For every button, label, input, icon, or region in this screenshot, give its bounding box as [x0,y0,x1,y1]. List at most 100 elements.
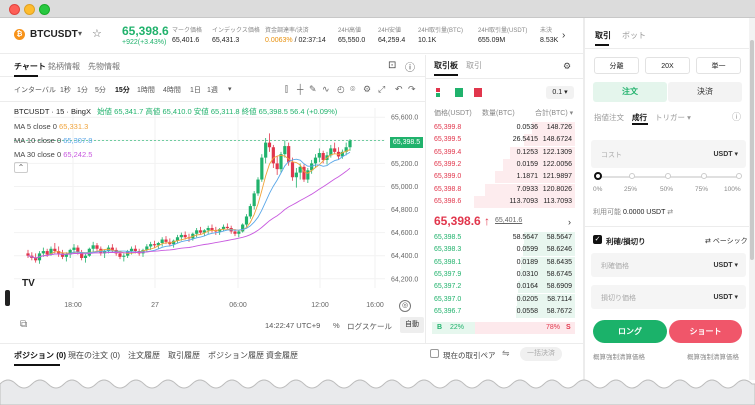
price-chart[interactable]: 65,600.065,400.065,200.065,000.064,800.0… [0,103,425,313]
chevron-right-icon[interactable]: › [562,30,565,41]
current-pair-checkbox[interactable] [430,349,439,358]
bottom-tab[interactable]: ポジション履歴 [208,350,264,361]
calendar-icon[interactable]: ⧉ [20,319,27,330]
bottom-tab[interactable]: 注文履歴 [128,350,160,361]
bottom-tab[interactable]: ポジション (0) [14,350,66,361]
stop-loss-input[interactable]: 損切り価格 USDT ▾ [591,285,746,309]
goto-latest-icon[interactable]: ◎ [399,300,411,312]
chevron-right-icon[interactable]: › [568,217,571,227]
short-button[interactable]: ショート [669,320,742,343]
tab-orderbook[interactable]: 取引板 [434,60,458,71]
bottom-tab[interactable]: 現在の注文 (0) [68,350,120,361]
percent-toggle[interactable]: % [333,321,340,330]
order-type-limit[interactable]: 指値注文 [594,112,624,123]
cost-input[interactable]: コスト USDT ▾ [591,140,746,168]
interval-option[interactable]: 1秒 [60,85,71,95]
tab-trades[interactable]: 取引 [466,60,482,71]
both-sides-icon[interactable] [436,88,444,97]
percent-25[interactable]: 25% [624,186,637,193]
minimize-window-button[interactable] [24,4,35,15]
star-icon[interactable]: ☆ [92,27,102,40]
bottom-tab[interactable]: 資金履歴 [266,350,298,361]
bid-row[interactable]: 65,397.2 0.0164 58.6909 [430,281,575,294]
scrollbar-thumb[interactable] [750,40,754,260]
order-type-market[interactable]: 成行 [632,112,647,123]
filter-icon[interactable]: ⇋ [502,348,510,359]
candle [237,231,241,234]
log-scale-toggle[interactable]: ログスケール [347,321,392,332]
redo-icon[interactable]: ↷ [408,84,416,95]
candle-type-icon[interactable]: ⫿ [285,84,288,95]
candle [83,255,88,258]
percent-50[interactable]: 50% [660,186,673,193]
tab-chart[interactable]: チャート [14,61,46,72]
bids-only-icon[interactable] [455,88,463,97]
order-type-trigger[interactable]: トリガー ▾ [655,112,691,123]
ask-row[interactable]: 65,399.2 0.0159 122.0056 [430,158,575,171]
interval-option[interactable]: 1日 [190,85,201,95]
lock-icon[interactable]: ⊡ [388,60,396,71]
settings-icon[interactable]: ⚙ [563,61,571,72]
close-tab[interactable]: 決済 [668,82,742,102]
tab-symbol-info[interactable]: 銘柄情報 [48,61,80,72]
interval-option[interactable]: 4時間 [163,85,181,95]
undo-icon[interactable]: ↶ [395,84,403,95]
bottom-tab[interactable]: 取引履歴 [168,350,200,361]
ask-row[interactable]: 65,398.6 113.7093 113.7093 [430,195,575,208]
position-mode-button[interactable]: 単一 [696,57,741,74]
ask-row[interactable]: 65,399.4 0.1253 122.1309 [430,146,575,159]
percent-0[interactable]: 0% [593,186,602,193]
bid-row[interactable]: 65,396.7 0.0558 58.7672 [430,305,575,318]
percent-75[interactable]: 75% [695,186,708,193]
crosshair-icon[interactable]: ┼ [297,84,303,94]
asks-only-icon[interactable] [474,88,482,97]
bid-row[interactable]: 65,397.0 0.0205 58.7114 [430,293,575,306]
settings-icon[interactable]: ⚙ [363,84,371,95]
ask-row[interactable]: 65,399.0 1.1871 121.9897 [430,171,575,184]
maximize-window-button[interactable] [39,4,50,15]
chevron-down-icon[interactable]: ▾ [78,29,82,38]
camera-icon[interactable]: ⌾ [350,84,355,95]
pencil-icon[interactable]: ✎ [309,84,317,95]
interval-option[interactable]: 15分 [115,85,130,95]
tab-futures-info[interactable]: 先物情報 [88,61,120,72]
bid-row[interactable]: 65,397.9 0.0310 58.6745 [430,268,575,281]
ask-row[interactable]: 65,399.5 26.5415 148.6724 [430,134,575,147]
amount-slider[interactable] [594,172,742,180]
interval-option[interactable]: 1週 [207,85,218,95]
close-window-button[interactable] [9,4,20,15]
bid-row[interactable]: 65,398.3 0.0599 58.6246 [430,244,575,257]
margin-mode-button[interactable]: 分離 [594,57,639,74]
precision-select[interactable]: 0.1 ▾ [546,86,574,99]
bid-row[interactable]: 65,398.5 58.5647 58.5647 [430,232,575,244]
auto-scale-toggle[interactable]: 自動 [400,317,424,333]
chevron-down-icon[interactable]: ▾ [228,85,232,93]
interval-option[interactable]: 1分 [77,85,88,95]
leverage-button[interactable]: 20X [645,57,690,74]
indicator-icon[interactable]: ∿ [322,84,330,95]
interval-option[interactable]: 1時間 [137,85,155,95]
bid-row[interactable]: 65,398.1 0.0189 58.6435 [430,256,575,269]
info-icon[interactable]: ⓘ [732,110,741,123]
take-profit-input[interactable]: 利確価格 USDT ▾ [591,253,746,277]
collapse-legend-button[interactable]: ⌃ [14,162,28,173]
percent-100[interactable]: 100% [724,186,741,193]
symbol-selector[interactable]: BTCUSDT [30,29,78,40]
row-price: 65,399.8 [434,124,462,131]
drag-handle[interactable] [5,290,10,306]
open-tab[interactable]: 注文 [593,82,667,102]
tab-bot[interactable]: ボット [622,30,646,41]
info-icon[interactable]: ⓘ [405,59,415,74]
alarm-icon[interactable]: ◴ [337,84,345,95]
row-price: 65,397.0 [434,295,462,303]
fullscreen-icon[interactable]: ⤢ [378,84,385,95]
close-all-button[interactable]: 一括決済 [520,347,562,361]
ask-row[interactable]: 65,398.8 7.0933 120.8026 [430,183,575,196]
interval-option[interactable]: 5分 [95,85,106,95]
tpsl-checkbox[interactable]: ✓ [593,235,602,244]
long-button[interactable]: ロング [593,320,667,343]
tab-trade[interactable]: 取引 [595,30,611,41]
basic-toggle[interactable]: ⇄ ベーシック [705,236,748,246]
ask-row[interactable]: 65,399.8 0.0536 148.726 [430,122,575,134]
time-label: 14:22:47 UTC+9 [265,321,321,330]
